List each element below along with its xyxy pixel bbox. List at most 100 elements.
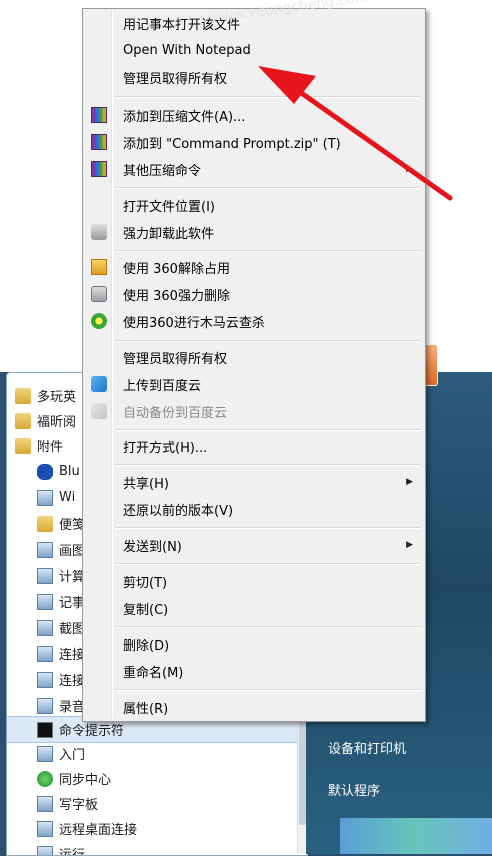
menu-item-label: 发送到(N) xyxy=(123,536,182,555)
menu-item-label: 使用 360强力删除 xyxy=(123,285,230,304)
menu-item-add-to-zip[interactable]: 添加到 "Command Prompt.zip" (T) xyxy=(85,130,423,154)
devices-and-printers-link[interactable]: 设备和打印机 xyxy=(328,738,406,757)
menu-item-upload-baidu[interactable]: 上传到百度云 xyxy=(85,372,423,396)
menu-item-label: 使用360进行木马云查杀 xyxy=(123,312,265,331)
menu-item-send-to[interactable]: 发送到(N) ▶ xyxy=(85,533,423,557)
unlock-360-icon xyxy=(91,259,107,275)
menu-separator xyxy=(115,689,421,691)
menu-item-properties[interactable]: 属性(R) xyxy=(85,695,423,719)
paint-icon xyxy=(37,542,53,558)
folder-icon xyxy=(15,388,31,404)
menu-item-rename[interactable]: 重命名(M) xyxy=(85,659,423,683)
menu-separator xyxy=(115,187,421,189)
menu-item-label: 上传到百度云 xyxy=(123,375,201,394)
menu-item-open-notepad-cn[interactable]: 用记事本打开该文件 xyxy=(85,11,423,35)
program-label: 多玩英 xyxy=(37,386,76,405)
menu-item-auto-backup-baidu[interactable]: 自动备份到百度云 xyxy=(85,399,423,423)
projector-connect-icon xyxy=(37,672,53,688)
submenu-arrow-icon: ▶ xyxy=(406,540,413,550)
menu-item-take-ownership-2[interactable]: 管理员取得所有权 xyxy=(85,345,423,369)
menu-item-copy[interactable]: 复制(C) xyxy=(85,596,423,620)
program-label: 入门 xyxy=(59,744,85,763)
menu-item-label: 还原以前的版本(V) xyxy=(123,500,233,519)
menu-item-label: Open With Notepad xyxy=(123,43,251,58)
360-shield-icon xyxy=(91,313,107,329)
menu-item-share[interactable]: 共享(H) ▶ xyxy=(85,470,423,494)
baidu-cloud-icon xyxy=(91,376,107,392)
menu-separator xyxy=(115,464,421,466)
program-label: 福昕阅 xyxy=(37,411,76,430)
menu-item-label: 使用 360解除占用 xyxy=(123,258,230,277)
program-label: 运行 xyxy=(59,844,85,856)
default-programs-link[interactable]: 默认程序 xyxy=(328,780,380,799)
menu-item-label: 自动备份到百度云 xyxy=(123,402,227,421)
snipping-tool-icon xyxy=(37,620,53,636)
menu-separator xyxy=(115,340,421,342)
menu-separator xyxy=(115,527,421,529)
folder-icon xyxy=(15,438,31,454)
bluetooth-icon xyxy=(37,464,53,480)
menu-item-label: 添加到 "Command Prompt.zip" (T) xyxy=(123,133,341,152)
program-label: 写字板 xyxy=(59,794,98,813)
microphone-icon xyxy=(37,698,53,714)
menu-item-label: 打开方式(H)... xyxy=(123,437,207,456)
program-icon xyxy=(37,490,53,506)
program-item[interactable]: 同步中心 xyxy=(7,766,297,791)
menu-item-label: 重命名(M) xyxy=(123,662,183,681)
menu-item-label: 添加到压缩文件(A)... xyxy=(123,106,245,125)
sticky-notes-icon xyxy=(37,516,53,532)
context-menu: 用记事本打开该文件 Open With Notepad 管理员取得所有权 添加到… xyxy=(82,8,426,722)
menu-item-label: 强力卸载此软件 xyxy=(123,223,214,242)
shredder-icon xyxy=(91,286,107,302)
network-connect-icon xyxy=(37,646,53,662)
menu-item-add-to-archive[interactable]: 添加到压缩文件(A)... xyxy=(85,103,423,127)
menu-item-label: 共享(H) xyxy=(123,473,169,492)
program-label: Wi xyxy=(59,490,75,505)
folder-icon xyxy=(15,413,31,429)
menu-item-cut[interactable]: 剪切(T) xyxy=(85,569,423,593)
menu-separator xyxy=(115,429,421,431)
menu-item-delete[interactable]: 删除(D) xyxy=(85,632,423,656)
menu-item-label: 管理员取得所有权 xyxy=(123,348,227,367)
menu-item-label: 剪切(T) xyxy=(123,572,167,591)
menu-item-label: 其他压缩命令 xyxy=(123,160,201,179)
winrar-icon xyxy=(91,161,107,177)
menu-item-open-with-notepad[interactable]: Open With Notepad xyxy=(85,38,423,62)
program-label: 远程桌面连接 xyxy=(59,819,137,838)
command-prompt-icon xyxy=(37,722,53,738)
winrar-icon xyxy=(91,107,107,123)
winrar-icon xyxy=(91,134,107,150)
menu-item-open-file-location[interactable]: 打开文件位置(I) xyxy=(85,193,423,217)
menu-item-open-with[interactable]: 打开方式(H)... xyxy=(85,434,423,458)
remote-desktop-icon xyxy=(37,821,53,837)
taskbar-glow xyxy=(340,818,492,854)
calculator-icon xyxy=(37,568,53,584)
program-item[interactable]: 入门 xyxy=(7,741,297,766)
menu-item-other-compress[interactable]: 其他压缩命令▶ xyxy=(85,157,423,181)
program-item[interactable]: 远程桌面连接 xyxy=(7,816,297,841)
menu-item-360-cloud-scan[interactable]: 使用360进行木马云查杀 xyxy=(85,309,423,333)
menu-item-take-ownership[interactable]: 管理员取得所有权 xyxy=(85,65,423,89)
menu-item-label: 管理员取得所有权 xyxy=(123,68,227,87)
menu-item-label: 属性(R) xyxy=(123,698,168,717)
trash-icon xyxy=(91,224,107,240)
run-icon xyxy=(37,846,53,856)
getting-started-icon xyxy=(37,746,53,762)
menu-item-label: 打开文件位置(I) xyxy=(123,196,215,215)
program-label: 命令提示符 xyxy=(59,720,124,739)
menu-item-360-unlock[interactable]: 使用 360解除占用 xyxy=(85,255,423,279)
program-label: 附件 xyxy=(37,436,63,455)
menu-item-restore-versions[interactable]: 还原以前的版本(V) xyxy=(85,497,423,521)
menu-item-force-uninstall[interactable]: 强力卸载此软件 xyxy=(85,220,423,244)
program-item[interactable]: 写字板 xyxy=(7,791,297,816)
menu-separator xyxy=(115,96,421,98)
notepad-icon xyxy=(37,594,53,610)
menu-item-label: 删除(D) xyxy=(123,635,169,654)
wordpad-icon xyxy=(37,796,53,812)
menu-separator xyxy=(115,250,421,252)
menu-item-360-force-delete[interactable]: 使用 360强力删除 xyxy=(85,282,423,306)
baidu-cloud-icon xyxy=(91,403,107,419)
menu-item-label: 用记事本打开该文件 xyxy=(123,14,240,33)
submenu-arrow-icon: ▶ xyxy=(406,477,413,487)
menu-item-label: 复制(C) xyxy=(123,599,168,618)
